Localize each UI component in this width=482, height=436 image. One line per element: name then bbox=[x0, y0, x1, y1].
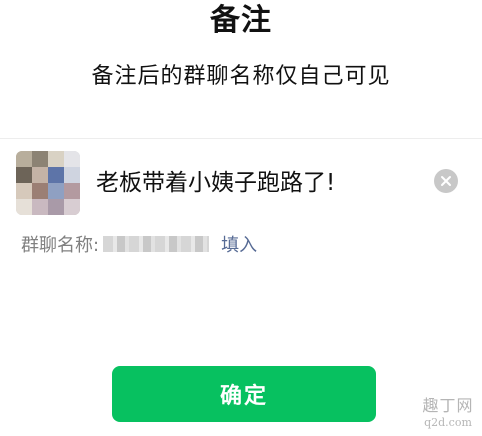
group-avatar bbox=[16, 151, 80, 215]
remark-card bbox=[0, 138, 482, 217]
watermark: 趣丁网 q2d.com bbox=[416, 396, 480, 434]
fill-in-link[interactable]: 填入 bbox=[221, 231, 257, 257]
watermark-url: q2d.com bbox=[424, 416, 472, 429]
group-name-value bbox=[103, 236, 210, 252]
clear-icon[interactable] bbox=[434, 169, 458, 193]
page-title: 备注 bbox=[210, 3, 272, 38]
close-icon bbox=[441, 176, 451, 186]
group-name-row: 群聊名称: 填入 bbox=[21, 230, 257, 258]
page-subtitle: 备注后的群聊名称仅自己可见 bbox=[91, 64, 391, 89]
group-name-label: 群聊名称: bbox=[21, 235, 100, 256]
remark-input[interactable] bbox=[96, 163, 416, 197]
watermark-title: 趣丁网 bbox=[422, 396, 474, 415]
confirm-button[interactable]: 确定 bbox=[112, 366, 376, 422]
